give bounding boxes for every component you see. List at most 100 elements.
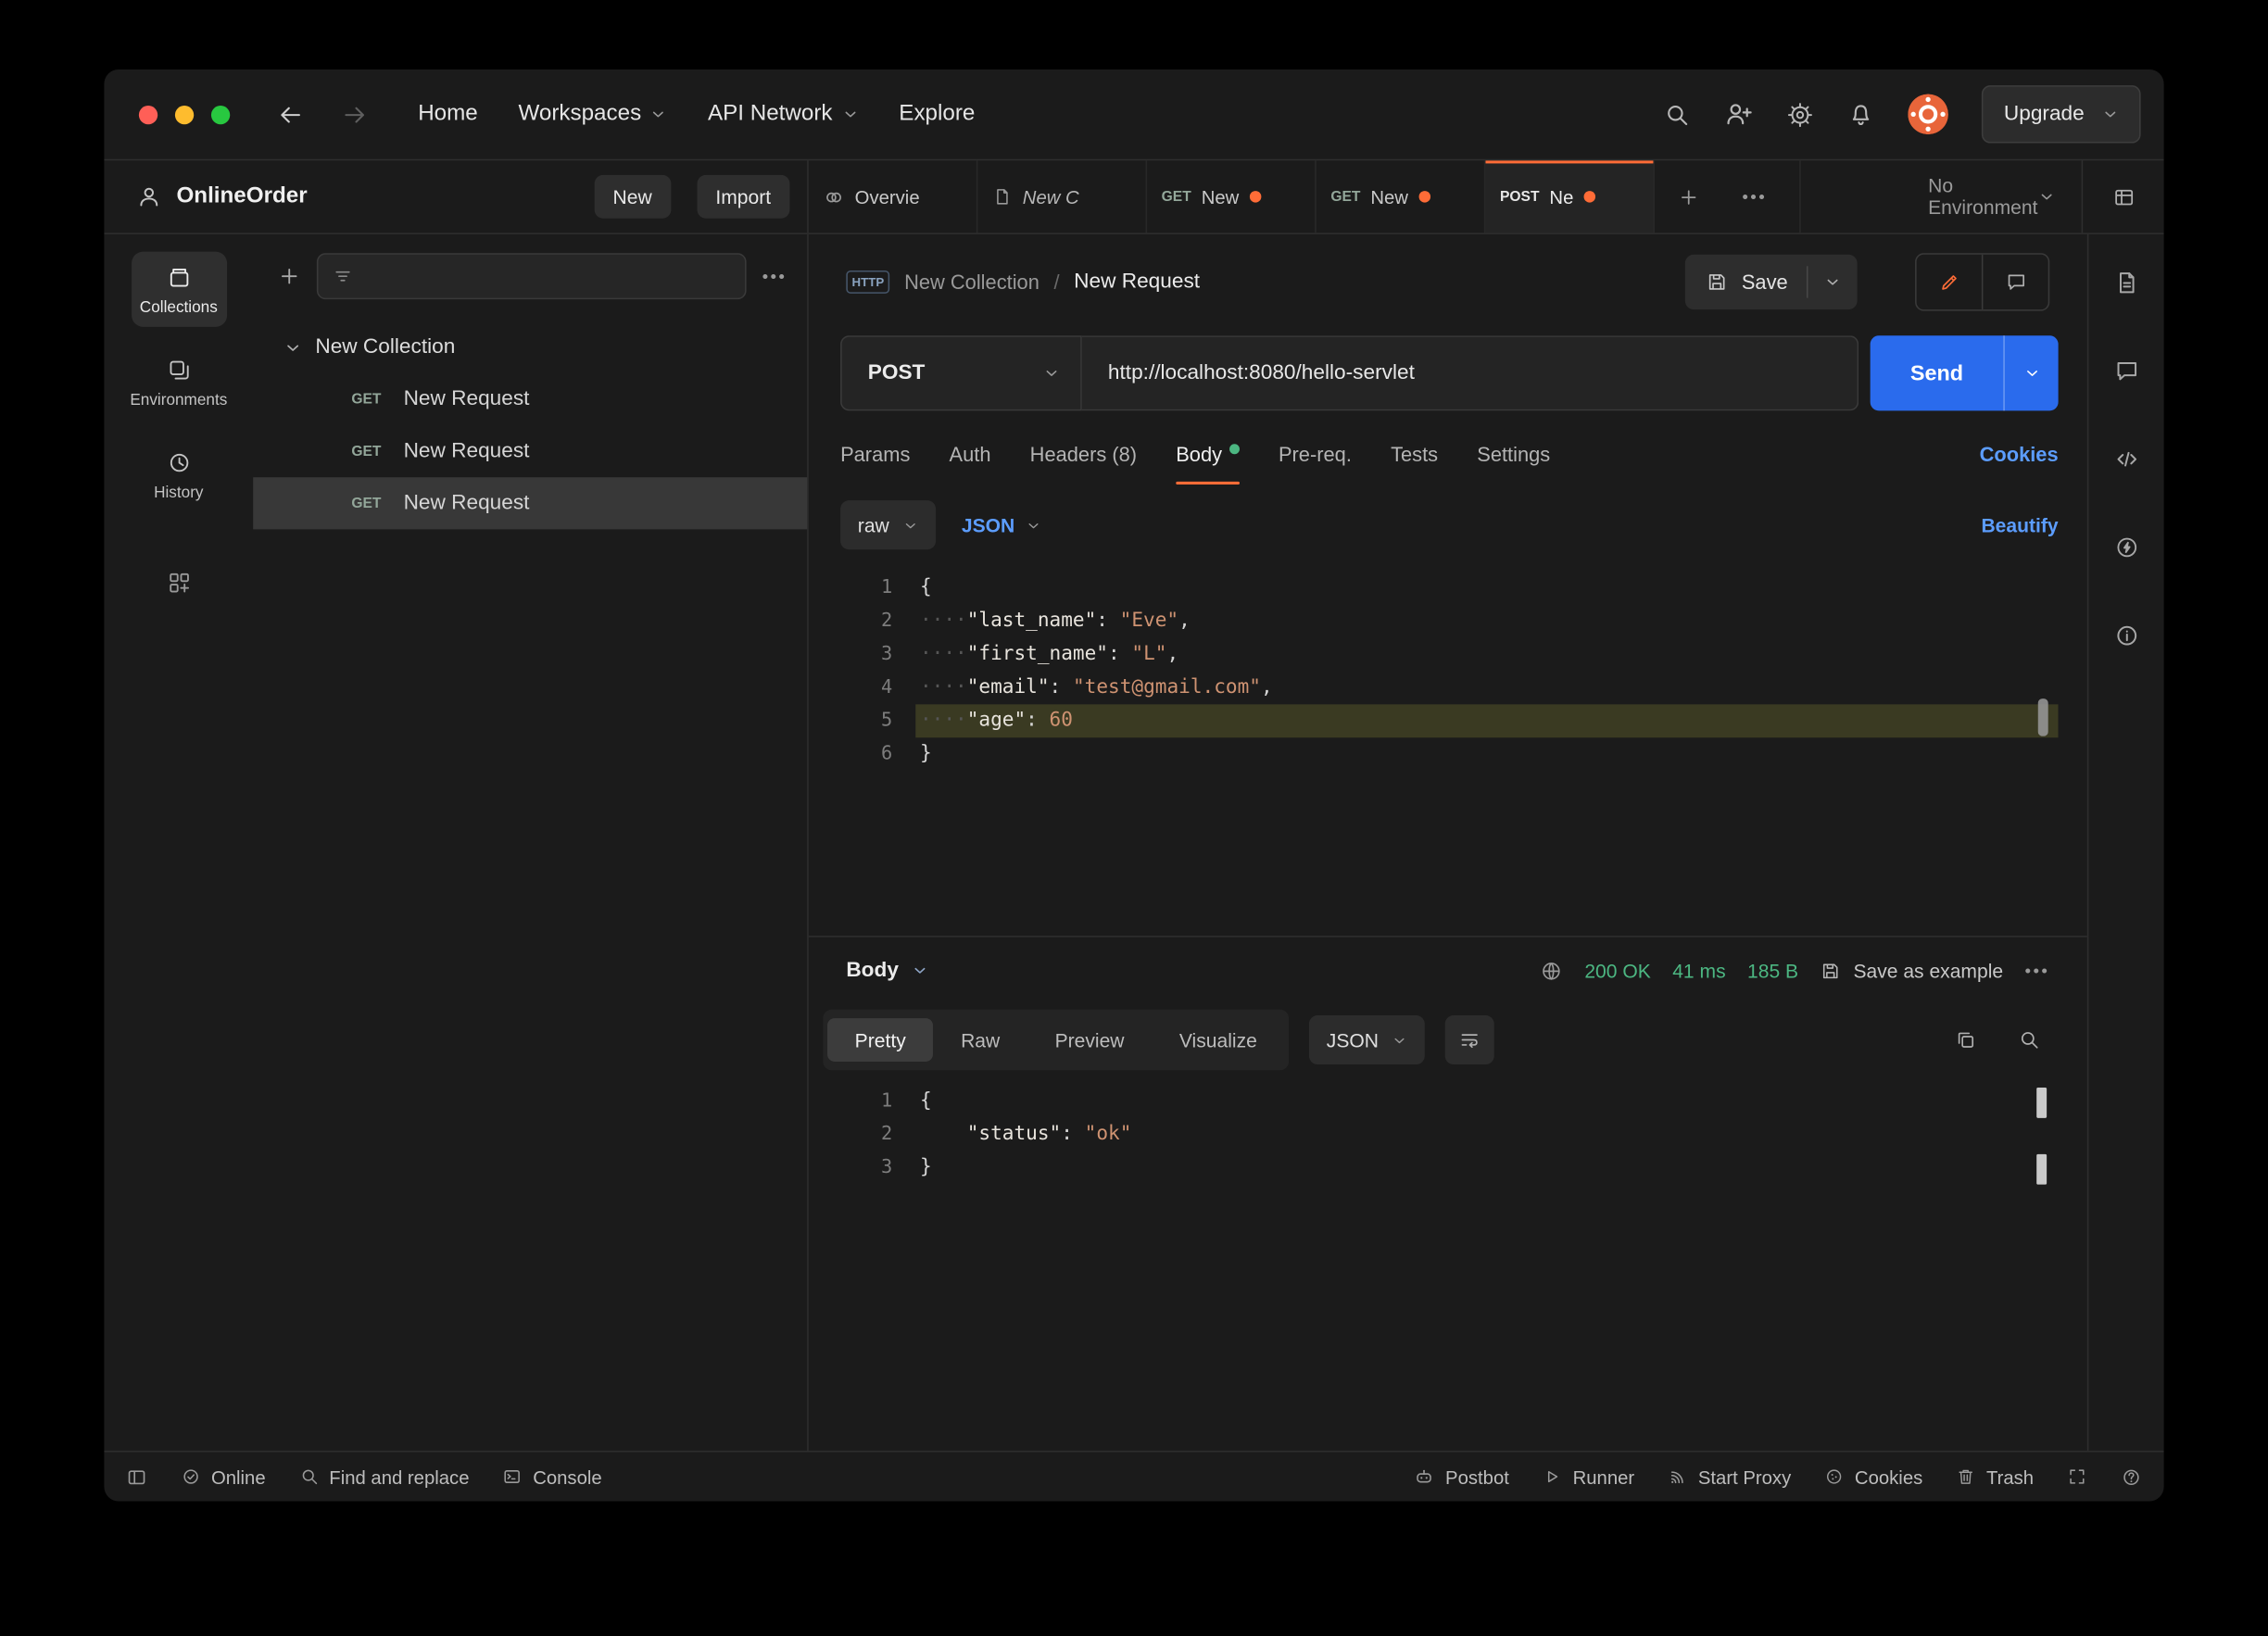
response-options-button[interactable]: ••• <box>2025 961 2050 981</box>
view-pretty[interactable]: Pretty <box>827 1018 934 1062</box>
upgrade-button[interactable]: Upgrade <box>1982 85 2141 144</box>
workspace-name[interactable]: OnlineOrder <box>176 183 307 209</box>
globe-icon[interactable] <box>1538 958 1563 983</box>
tab-request-get-1[interactable]: GET New <box>1147 160 1317 233</box>
breadcrumb-request-name[interactable]: New Request <box>1074 271 1200 294</box>
response-size[interactable]: 185 B <box>1747 960 1798 981</box>
online-status[interactable]: Online <box>181 1466 266 1488</box>
tab-auth[interactable]: Auth <box>950 431 991 485</box>
bolt-icon[interactable] <box>2112 534 2140 561</box>
tab-headers[interactable]: Headers (8) <box>1030 431 1137 485</box>
response-body-select[interactable]: Body <box>846 959 928 982</box>
avatar[interactable] <box>1908 94 1949 135</box>
menu-workspaces[interactable]: Workspaces <box>518 101 667 127</box>
search-icon[interactable] <box>1664 101 1692 129</box>
cookies-link[interactable]: Cookies <box>1980 443 2059 485</box>
toggle-sidebar-button[interactable] <box>126 1466 147 1487</box>
comments-icon[interactable] <box>2112 358 2140 385</box>
chevron-down-icon[interactable] <box>284 338 302 357</box>
request-item[interactable]: GET New Request <box>253 425 807 477</box>
code-line[interactable]: 5 ····"age": 60 <box>823 704 2059 738</box>
comments-button[interactable] <box>1981 254 2048 310</box>
send-options-button[interactable] <box>2003 335 2058 411</box>
collection-search-input[interactable] <box>316 253 747 300</box>
find-and-replace-button[interactable]: Find and replace <box>299 1466 469 1488</box>
bell-icon[interactable] <box>1847 101 1875 129</box>
response-time[interactable]: 41 ms <box>1672 960 1725 981</box>
menu-home[interactable]: Home <box>418 101 478 127</box>
view-visualize[interactable]: Visualize <box>1152 1018 1284 1062</box>
body-type-select[interactable]: raw <box>840 500 936 550</box>
expand-panel-button[interactable] <box>2067 1466 2087 1487</box>
method-select[interactable]: POST <box>840 335 1082 411</box>
beautify-link[interactable]: Beautify <box>1981 514 2058 535</box>
gear-icon[interactable] <box>1787 101 1815 129</box>
cookies-button[interactable]: Cookies <box>1824 1466 1922 1488</box>
tab-document[interactable]: New C <box>977 160 1148 233</box>
search-response-icon[interactable] <box>2018 1028 2041 1051</box>
tab-body[interactable]: Body <box>1176 431 1240 485</box>
close-window-button[interactable] <box>138 105 158 124</box>
tab-pre-request[interactable]: Pre-req. <box>1279 431 1352 485</box>
code-line[interactable]: 3 ····"first_name": "L", <box>823 637 2058 671</box>
rail-item-history[interactable]: History <box>131 436 226 511</box>
back-button[interactable] <box>276 101 304 129</box>
tab-tests[interactable]: Tests <box>1391 431 1438 485</box>
view-raw[interactable]: Raw <box>933 1018 1027 1062</box>
save-as-example-button[interactable]: Save as example <box>1821 960 2003 981</box>
wrap-text-button[interactable] <box>1444 1014 1494 1065</box>
postbot-button[interactable]: Postbot <box>1414 1466 1509 1488</box>
invite-user-icon[interactable] <box>1725 100 1754 129</box>
import-button[interactable]: Import <box>697 174 790 219</box>
body-language-select[interactable]: JSON <box>962 514 1041 535</box>
console-button[interactable]: Console <box>502 1466 602 1488</box>
code-snippet-icon[interactable] <box>2112 446 2140 473</box>
forward-button[interactable] <box>341 101 369 129</box>
send-button[interactable]: Send <box>1870 335 2059 411</box>
code-line[interactable]: 2 ····"last_name": "Eve", <box>823 605 2058 638</box>
tab-settings[interactable]: Settings <box>1477 431 1550 485</box>
add-tab-button[interactable] <box>1655 160 1721 233</box>
view-preview[interactable]: Preview <box>1027 1018 1152 1062</box>
collection-item[interactable]: New Collection <box>253 321 807 373</box>
environment-selector[interactable]: No Environment <box>1799 160 2081 233</box>
save-button[interactable]: Save <box>1684 254 1858 310</box>
rail-item-environments[interactable]: Environments <box>130 345 227 420</box>
code-line[interactable]: 2 "status": "ok" <box>823 1118 2058 1151</box>
code-line[interactable]: 1{ <box>823 572 2058 605</box>
request-item[interactable]: GET New Request <box>253 373 807 425</box>
copy-icon[interactable] <box>1954 1028 1977 1051</box>
code-line[interactable]: 3} <box>823 1151 2058 1185</box>
code-line[interactable]: 4 ····"email": "test@gmail.com", <box>823 671 2058 704</box>
add-collection-icon[interactable] <box>278 265 301 288</box>
tab-options-button[interactable]: ••• <box>1721 160 1788 233</box>
more-actions-button[interactable]: ••• <box>762 266 788 286</box>
configure-sidebar-button[interactable] <box>166 570 192 596</box>
trash-button[interactable]: Trash <box>1956 1466 2034 1488</box>
start-proxy-button[interactable]: Start Proxy <box>1668 1466 1791 1488</box>
menu-explore[interactable]: Explore <box>899 101 975 127</box>
status-code[interactable]: 200 OK <box>1584 960 1650 981</box>
minimize-window-button[interactable] <box>174 105 195 124</box>
tab-request-get-2[interactable]: GET New <box>1317 160 1486 233</box>
menu-api-network[interactable]: API Network <box>708 101 859 127</box>
response-body-viewer[interactable]: 1{2 "status": "ok" 3} <box>823 1085 2058 1451</box>
response-language-select[interactable]: JSON <box>1309 1014 1425 1065</box>
url-input[interactable] <box>1104 359 1834 386</box>
code-line[interactable]: 1{ <box>823 1085 2058 1118</box>
edit-request-button[interactable] <box>1917 255 1982 309</box>
rail-item-collections[interactable]: Collections <box>131 251 227 327</box>
documentation-icon[interactable] <box>2112 269 2140 296</box>
runner-button[interactable]: Runner <box>1543 1466 1634 1488</box>
new-button[interactable]: New <box>594 174 671 219</box>
code-line[interactable]: 6} <box>823 737 2058 771</box>
tab-params[interactable]: Params <box>840 431 910 485</box>
editor-scrollbar[interactable] <box>2037 698 2048 736</box>
help-button[interactable] <box>2121 1466 2142 1487</box>
save-options-button[interactable] <box>1808 255 1858 309</box>
request-body-editor[interactable]: 1{2 ····"last_name": "Eve", 3 ····"first_na… <box>823 572 2059 916</box>
breadcrumb-collection[interactable]: New Collection <box>904 271 1040 294</box>
maximize-window-button[interactable] <box>210 105 231 124</box>
environment-quick-look-button[interactable] <box>2081 160 2164 233</box>
tab-request-post-active[interactable]: POST Ne <box>1485 160 1656 233</box>
